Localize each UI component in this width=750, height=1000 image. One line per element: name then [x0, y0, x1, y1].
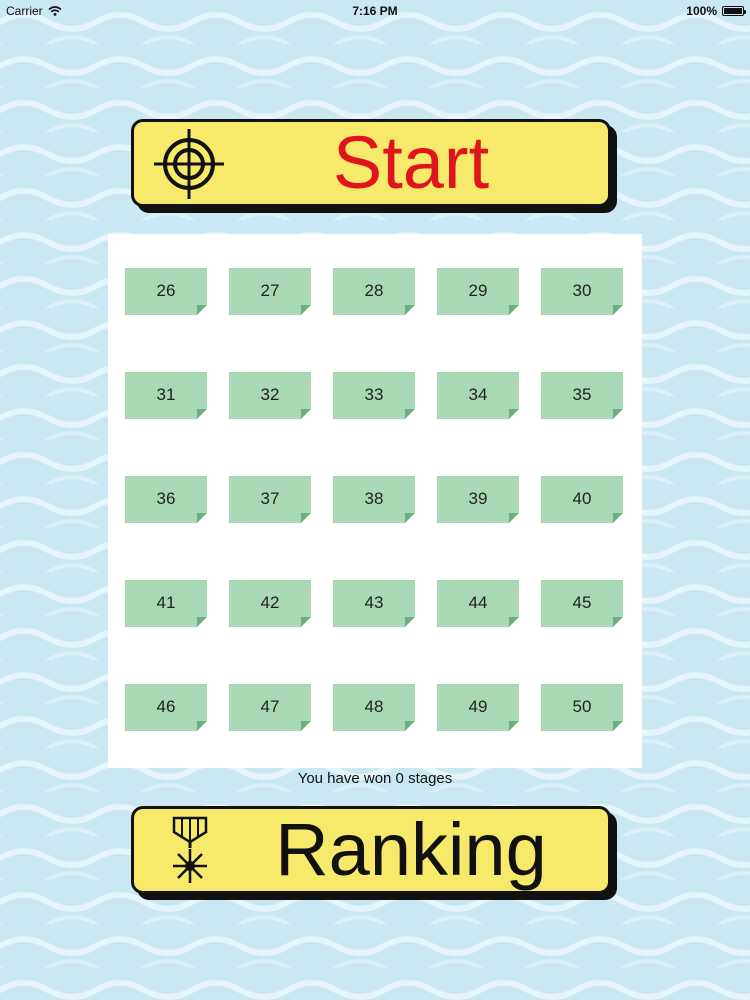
stage-tile[interactable]: 49 — [437, 684, 519, 731]
status-time: 7:16 PM — [352, 4, 398, 18]
stage-number: 47 — [260, 697, 280, 716]
ranking-button-label: Ranking — [275, 808, 547, 891]
stage-tile[interactable]: 35 — [541, 372, 623, 419]
stage-tile[interactable]: 45 — [541, 580, 623, 627]
stage-tile[interactable]: 48 — [333, 684, 415, 731]
stage-number: 50 — [572, 697, 592, 716]
stage-number: 38 — [364, 489, 384, 508]
stage-tile[interactable]: 40 — [541, 476, 623, 523]
battery-label: 100% — [686, 4, 717, 18]
stage-tile[interactable]: 41 — [125, 580, 207, 627]
stage-tile[interactable]: 42 — [229, 580, 311, 627]
stage-number: 36 — [156, 489, 176, 508]
medal-icon — [172, 816, 208, 883]
stage-number: 33 — [364, 385, 384, 404]
stage-tile[interactable]: 47 — [229, 684, 311, 731]
start-button-label: Start — [332, 121, 490, 204]
stage-number: 26 — [156, 281, 176, 300]
battery-icon — [722, 6, 746, 16]
stage-tile[interactable]: 38 — [333, 476, 415, 523]
stage-tile[interactable]: 50 — [541, 684, 623, 731]
stage-number: 35 — [572, 385, 592, 404]
stage-number: 28 — [364, 281, 384, 300]
stage-number: 42 — [260, 593, 280, 612]
stage-number: 31 — [156, 385, 176, 404]
stage-tile[interactable]: 43 — [333, 580, 415, 627]
stage-number: 48 — [364, 697, 384, 716]
stage-tile[interactable]: 39 — [437, 476, 519, 523]
stage-number: 40 — [572, 489, 592, 508]
stage-number: 49 — [468, 697, 488, 716]
stage-tile[interactable]: 26 — [125, 268, 207, 315]
stage-tile[interactable]: 34 — [437, 372, 519, 419]
stage-number: 39 — [468, 489, 488, 508]
stages-won-text: You have won 0 stages — [297, 770, 453, 787]
stage-number: 43 — [364, 593, 384, 612]
status-right: 100% — [686, 4, 746, 18]
stage-tile[interactable]: 44 — [437, 580, 519, 627]
stage-number: 27 — [260, 281, 280, 300]
stage-tile[interactable]: 33 — [333, 372, 415, 419]
stage-number: 44 — [468, 593, 488, 612]
stage-number: 30 — [572, 281, 592, 300]
stage-tile[interactable]: 32 — [229, 372, 311, 419]
stage-tile[interactable]: 28 — [333, 268, 415, 315]
stage-number: 37 — [260, 489, 280, 508]
stage-number: 46 — [156, 697, 176, 716]
stage-grid: 26 27 28 29 30 31 32 33 34 35 36 37 38 39 40 41 42 43 44 45… — [108, 234, 642, 768]
stage-number: 29 — [468, 281, 488, 300]
crosshair-icon — [154, 129, 224, 199]
ranking-button[interactable]: Ranking — [131, 806, 611, 894]
stage-tile[interactable]: 37 — [229, 476, 311, 523]
stage-tile[interactable]: 31 — [125, 372, 207, 419]
stage-number: 32 — [260, 385, 280, 404]
stage-number: 41 — [156, 593, 176, 612]
stage-tile[interactable]: 30 — [541, 268, 623, 315]
stage-number: 45 — [572, 593, 592, 612]
stage-tile[interactable]: 29 — [437, 268, 519, 315]
stage-tile[interactable]: 46 — [125, 684, 207, 731]
start-button[interactable]: Start — [131, 119, 611, 207]
stage-tile[interactable]: 36 — [125, 476, 207, 523]
status-bar: Carrier 7:16 PM 100% — [0, 0, 750, 22]
stage-number: 34 — [468, 385, 488, 404]
stage-tile[interactable]: 27 — [229, 268, 311, 315]
